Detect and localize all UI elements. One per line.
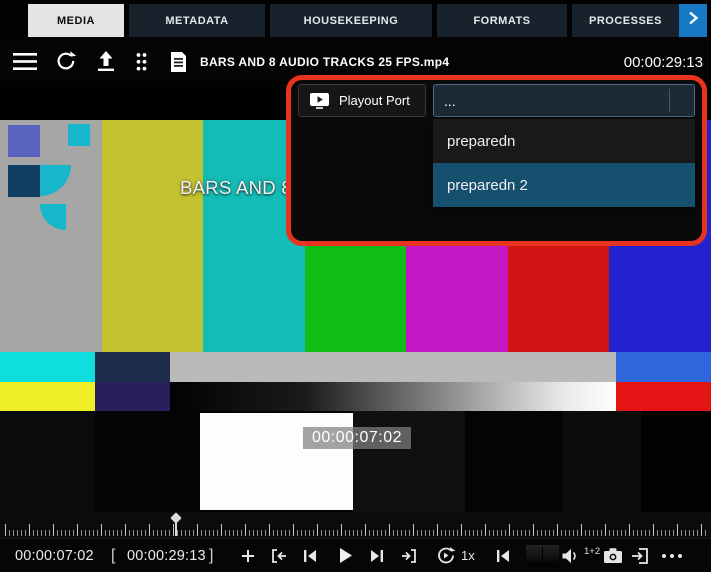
mark-out-timecode: 00:00:29:13 [127, 547, 206, 564]
pluge-section: 00:00:07:02 [0, 411, 711, 512]
strip1-cyan [0, 352, 95, 382]
test-strip-1 [0, 352, 711, 382]
dropdown-option-preparedn-2[interactable]: preparedn 2 [433, 163, 695, 207]
bar-cyan [203, 120, 305, 352]
chevron-right-icon [687, 11, 699, 30]
more-options-icon[interactable] [661, 539, 683, 572]
playout-port-button[interactable]: Playout Port [298, 84, 426, 117]
playout-port-combobox[interactable]: ... [433, 84, 695, 117]
logo-square-indigo [8, 125, 40, 157]
audio-meter-divider [542, 547, 543, 565]
playout-port-dropdown: preparedn preparedn 2 [433, 119, 695, 207]
position-timecode[interactable]: 00:00:07:02 [15, 539, 94, 572]
tabs-scroll-right-button[interactable] [679, 4, 707, 37]
strip2-yellow [0, 382, 95, 411]
tab-processes[interactable]: PROCESSES [572, 4, 679, 37]
strip1-gray [170, 352, 616, 382]
tab-formats[interactable]: FORMATS [437, 4, 567, 37]
strip2-red [616, 382, 711, 411]
monitor-play-icon [309, 92, 330, 109]
drag-dots-icon[interactable] [135, 52, 148, 72]
combobox-divider [669, 89, 670, 112]
tab-media[interactable]: MEDIA [28, 4, 124, 37]
burned-in-timecode: 00:00:07:02 [303, 427, 412, 449]
combobox-value: ... [444, 92, 456, 109]
playhead-head [170, 512, 182, 524]
logo-square-teal [68, 124, 90, 146]
dropdown-option-preparedn[interactable]: preparedn [433, 119, 695, 163]
exit-icon[interactable] [631, 539, 649, 572]
strip1-blue [616, 352, 711, 382]
goto-mark-out-icon[interactable] [400, 539, 418, 572]
step-back-icon[interactable] [303, 539, 317, 572]
pluge-shade [0, 411, 95, 512]
playhead[interactable] [170, 512, 182, 538]
test-strip-2 [0, 382, 711, 411]
ruler-major-ticks [5, 524, 708, 536]
media-player-window: MEDIA METADATA HOUSEKEEPING FORMATS PROC… [0, 0, 711, 572]
skip-to-start-icon[interactable] [496, 539, 510, 572]
menu-hamburger-icon[interactable] [13, 53, 37, 71]
audio-channels-label: 1+2 [584, 546, 601, 557]
bar-yellow [101, 120, 204, 352]
strip1-navy [95, 352, 170, 382]
playout-port-label: Playout Port [339, 93, 410, 108]
upload-icon[interactable] [95, 51, 117, 72]
strip2-gradient [170, 382, 616, 411]
pluge-shade [563, 411, 641, 512]
step-forward-icon[interactable] [370, 539, 384, 572]
tab-bar: MEDIA METADATA HOUSEKEEPING FORMATS PROC… [0, 0, 711, 37]
snapshot-camera-icon[interactable] [603, 539, 623, 572]
pluge-shade [95, 411, 200, 512]
mark-out-bracket: ] [209, 546, 214, 564]
play-button[interactable] [338, 539, 353, 572]
speaker-icon[interactable] [561, 539, 581, 572]
refresh-icon[interactable] [55, 50, 77, 72]
strip2-indigo [95, 382, 170, 411]
logo-square-navy [8, 165, 40, 197]
speed-label: 1x [461, 548, 475, 563]
tab-metadata[interactable]: METADATA [129, 4, 265, 37]
audio-meter [526, 545, 559, 567]
mark-in-bracket: [ [111, 546, 116, 564]
loop-speed-button[interactable] [436, 539, 456, 572]
document-icon [169, 51, 188, 73]
transport-bar: 00:00:07:02 [ 00:00:29:13 ] 1x 1+2 [0, 538, 711, 572]
pluge-shade [641, 411, 711, 512]
tab-housekeeping[interactable]: HOUSEKEEPING [270, 4, 432, 37]
pluge-shade [465, 411, 563, 512]
goto-mark-in-icon[interactable] [270, 539, 288, 572]
timeline-ruler[interactable] [0, 512, 711, 538]
add-button[interactable] [240, 539, 256, 572]
